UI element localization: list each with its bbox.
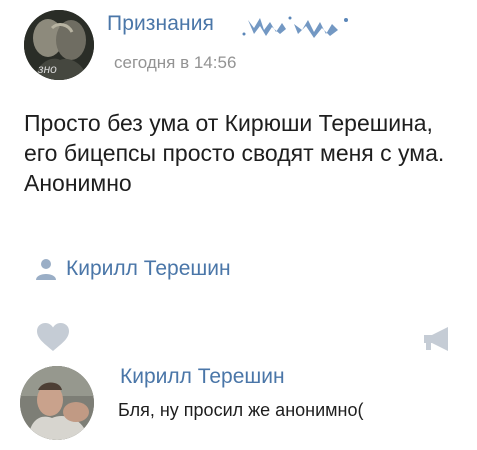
- redaction-scribble: [242, 16, 348, 38]
- post-signer[interactable]: Кирилл Терешин: [34, 255, 231, 283]
- signer-name: Кирилл Терешин: [66, 257, 231, 280]
- megaphone-icon[interactable]: [422, 326, 452, 352]
- post-time[interactable]: сегодня в 14:56: [114, 53, 236, 73]
- post-text: Просто без ума от Кирюши Терешина, его б…: [24, 110, 445, 196]
- comment-text: Бля, ну просил же анонимно(: [118, 400, 364, 420]
- heart-icon[interactable]: [36, 322, 70, 352]
- comment-avatar-image: [20, 366, 94, 440]
- group-avatar-image: [24, 10, 94, 80]
- comment-author[interactable]: Кирилл Терешин: [120, 365, 285, 389]
- comment-avatar[interactable]: [20, 366, 94, 440]
- user-icon: [36, 259, 56, 280]
- group-avatar[interactable]: зно: [24, 10, 94, 80]
- group-avatar-label: зно: [38, 62, 57, 76]
- group-name[interactable]: Признания: [107, 12, 214, 36]
